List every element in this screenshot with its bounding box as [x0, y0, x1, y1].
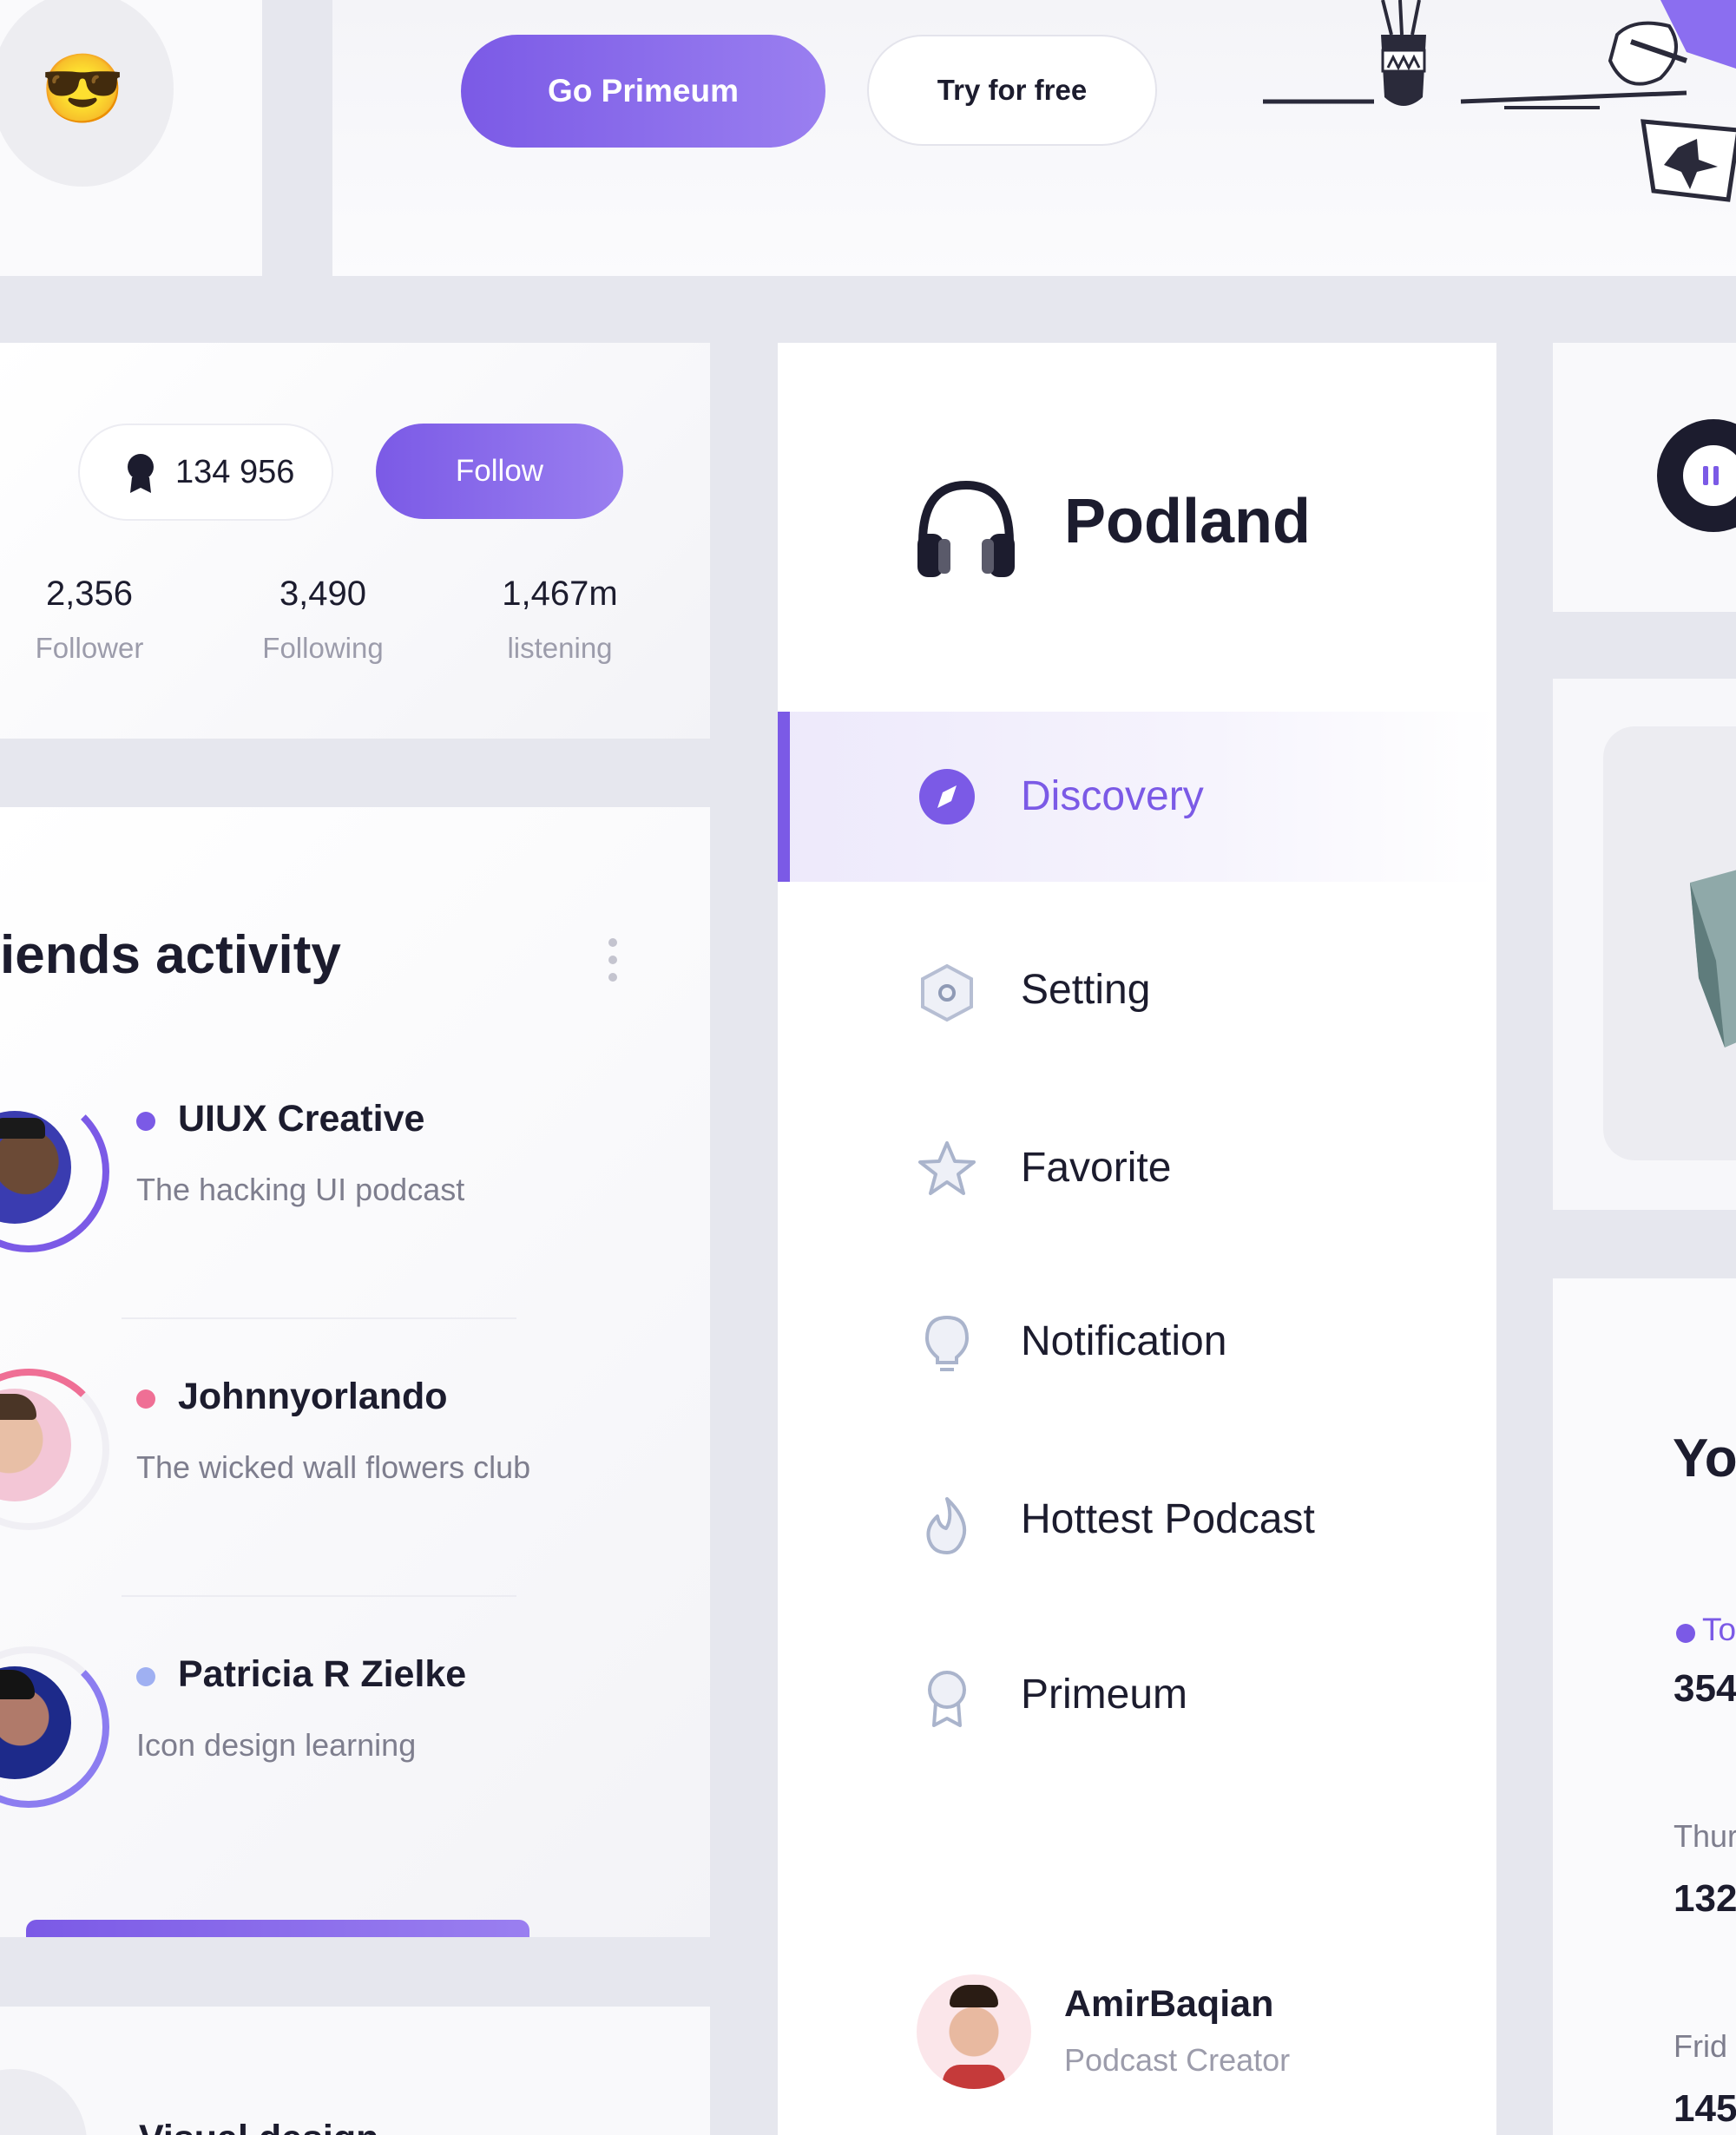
- try-free-button[interactable]: Try for free: [867, 35, 1157, 146]
- compass-icon: [919, 769, 975, 824]
- sidebar-item-label: Discovery: [1021, 773, 1204, 819]
- friend-name: UIUX Creative: [178, 1098, 425, 1140]
- avatar: [917, 1974, 1031, 2089]
- sidebar-item-hottest-podcast[interactable]: Hottest Podcast: [778, 1436, 1496, 1606]
- sidebar-item-label: Primeum: [1021, 1672, 1188, 1718]
- sidebar-item-notification[interactable]: Notification: [778, 1258, 1496, 1429]
- sidebar-item-discovery[interactable]: Discovery: [778, 712, 1496, 882]
- follow-button[interactable]: Follow: [376, 424, 623, 519]
- sidebar-item-label: Notification: [1021, 1318, 1227, 1364]
- follower-count: 2,356: [45, 575, 134, 613]
- legend-dot: [1676, 1624, 1695, 1643]
- stats-title: Yo: [1673, 1429, 1736, 1488]
- stat-label: Thur: [1674, 1818, 1736, 1854]
- follower-label: Follower: [35, 632, 144, 664]
- stat-label: To: [1702, 1612, 1736, 1647]
- more-options-icon[interactable]: [606, 937, 620, 982]
- friend-podcast: The wicked wall flowers club: [136, 1449, 531, 1485]
- sidebar-item-favorite[interactable]: Favorite: [778, 1085, 1496, 1255]
- badge-count-pill: 134 956: [78, 424, 333, 521]
- friend-name: Johnnyorlando: [178, 1376, 448, 1417]
- hexagon-settings-icon: [921, 963, 973, 1022]
- flame-icon: [926, 1497, 967, 1554]
- player-card: [1553, 343, 1736, 612]
- player-disc: [1657, 419, 1736, 532]
- sidebar-nav: Podland Discovery Setting Favorite Notif…: [778, 343, 1496, 2135]
- lightbulb-icon: [924, 1315, 970, 1371]
- stat-value: 145: [1674, 2087, 1736, 2130]
- premium-banner: Go Primeum Try for free: [332, 0, 1736, 276]
- sidebar-item-label: Favorite: [1021, 1145, 1172, 1191]
- headphones-logo-icon: [917, 480, 1015, 577]
- star-3d-icon: [1690, 870, 1736, 1048]
- divider: [122, 1317, 516, 1319]
- star-icon: [918, 1141, 976, 1195]
- status-dot: [136, 1389, 155, 1409]
- listening-label: listening: [507, 632, 613, 664]
- stat-label: Frid: [1674, 2028, 1727, 2064]
- listening-count: 1,467m: [502, 575, 618, 613]
- featured-image: [1603, 726, 1736, 1160]
- following-label: Following: [262, 632, 384, 664]
- status-dot: [136, 1112, 155, 1131]
- user-profile[interactable]: AmirBaqian Podcast Creator: [917, 1974, 1437, 2105]
- sidebar-item-setting[interactable]: Setting: [778, 907, 1496, 1077]
- emoji-card: 😎: [0, 0, 262, 276]
- sidebar-item-label: Hottest Podcast: [1021, 1496, 1315, 1542]
- stat-value: 132: [1674, 1877, 1736, 1920]
- badge-icon: [928, 1671, 966, 1727]
- friend-item[interactable]: UIUX Creative The hacking UI podcast: [0, 1091, 710, 1267]
- sunglasses-emoji-icon: 😎: [40, 49, 125, 127]
- featured-card: [1553, 679, 1736, 1210]
- emoji-avatar: 😎: [0, 0, 174, 187]
- friend-item[interactable]: Patricia R Zielke Icon design learning: [0, 1646, 710, 1823]
- sidebar-item-primeum[interactable]: Primeum: [778, 1612, 1496, 1782]
- stat-value: 354: [1674, 1667, 1736, 1710]
- brand-title: Podland: [1064, 487, 1311, 556]
- badge-count: 134 956: [175, 454, 295, 490]
- user-role: Podcast Creator: [1064, 2042, 1291, 2078]
- profile-stats-card: 134 956 Follow 2,356 Follower 3,490 Foll…: [0, 343, 710, 739]
- friend-item[interactable]: Johnnyorlando The wicked wall flowers cl…: [0, 1369, 710, 1545]
- friend-name: Patricia R Zielke: [178, 1653, 467, 1695]
- desk-illustration: [1263, 0, 1736, 202]
- friends-activity-card: iends activity UIUX Creative The hacking…: [0, 807, 710, 1937]
- friend-podcast: Icon design learning: [136, 1727, 417, 1763]
- award-icon: [128, 454, 154, 493]
- visual-design-card: Visual design: [0, 2007, 710, 2135]
- following-count: 3,490: [279, 575, 367, 613]
- friends-activity-title: iends activity: [0, 925, 341, 985]
- go-premium-button[interactable]: Go Primeum: [461, 35, 825, 148]
- stats-card: Yo To 354 Thur 132 Frid 145: [1553, 1278, 1736, 2135]
- divider: [122, 1595, 516, 1597]
- friend-podcast: The hacking UI podcast: [136, 1172, 465, 1207]
- load-more-bar[interactable]: [26, 1920, 529, 1937]
- pause-button[interactable]: [1683, 445, 1736, 506]
- status-dot: [136, 1667, 155, 1686]
- avatar: [0, 2069, 87, 2135]
- pause-icon: [1703, 466, 1719, 485]
- user-name: AmirBaqian: [1064, 1983, 1274, 2025]
- card-title: Visual design: [139, 2118, 378, 2135]
- sidebar-item-label: Setting: [1021, 967, 1151, 1013]
